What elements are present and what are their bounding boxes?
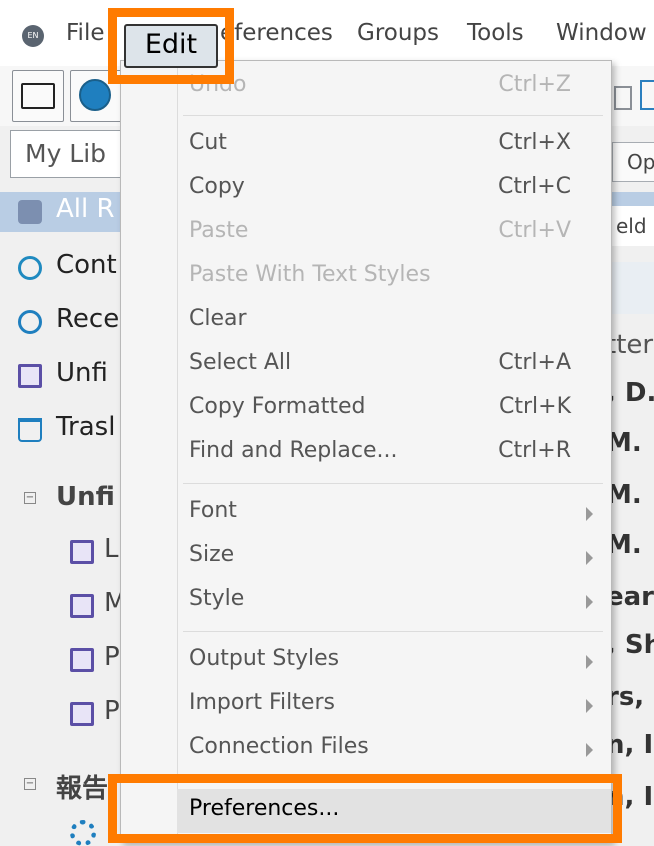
tree-item-label: All R bbox=[56, 194, 115, 224]
menu-item-label: Clear bbox=[189, 306, 247, 331]
preferences-highlight bbox=[108, 774, 622, 843]
menu-item-label: Copy Formatted bbox=[189, 394, 366, 419]
menu-item-shortcut: Ctrl+Z bbox=[498, 72, 571, 97]
reference-list-header bbox=[606, 262, 654, 314]
group-label: Unfi bbox=[56, 482, 115, 512]
library-select[interactable]: My Lib bbox=[10, 130, 122, 178]
edit-menu-highlight bbox=[108, 8, 234, 84]
document-icon[interactable] bbox=[614, 86, 632, 110]
reference-text: rs, I bbox=[606, 682, 654, 712]
menu-item-label: Import Filters bbox=[189, 690, 335, 715]
menu-tools[interactable]: Tools bbox=[467, 20, 524, 46]
database-icon bbox=[18, 200, 42, 224]
menu-item-clear[interactable]: Clear bbox=[177, 299, 611, 343]
menu-window[interactable]: Window bbox=[556, 20, 647, 46]
trash-icon bbox=[18, 418, 42, 442]
menu-item-shortcut: Ctrl+V bbox=[498, 218, 571, 243]
folder-icon bbox=[21, 83, 55, 109]
menu-item-paste: Paste Ctrl+V bbox=[177, 211, 611, 255]
menu-separator bbox=[183, 115, 603, 116]
document-list-icon bbox=[18, 364, 42, 388]
search-field[interactable]: eld bbox=[606, 206, 654, 246]
menu-item-label: Size bbox=[189, 542, 235, 567]
menu-item-shortcut: Ctrl+R bbox=[498, 438, 571, 463]
menu-item-style[interactable]: Style bbox=[177, 579, 611, 623]
menu-item-label: Output Styles bbox=[189, 646, 340, 671]
menu-item-shortcut: Ctrl+K bbox=[498, 394, 571, 419]
menu-item-label: Paste bbox=[189, 218, 249, 243]
menu-item-label: Select All bbox=[189, 350, 292, 375]
submenu-arrow-icon bbox=[586, 743, 593, 757]
history-icon bbox=[18, 310, 42, 334]
submenu-arrow-icon bbox=[586, 655, 593, 669]
tree-item-label: Unfi bbox=[56, 358, 108, 388]
menu-item-find-and-replace[interactable]: Find and Replace... Ctrl+R bbox=[177, 431, 611, 475]
menu-item-label: Find and Replace... bbox=[189, 438, 398, 463]
menu-item-select-all[interactable]: Select All Ctrl+A bbox=[177, 343, 611, 387]
menu-icon-gutter bbox=[121, 61, 178, 842]
submenu-arrow-icon bbox=[586, 595, 593, 609]
menu-bar: EN File eferences Groups Tools Window bbox=[0, 0, 654, 67]
menu-separator bbox=[183, 631, 603, 632]
reference-text: tter bbox=[606, 330, 654, 360]
menu-groups[interactable]: Groups bbox=[357, 20, 439, 46]
menu-item-shortcut: Ctrl+A bbox=[498, 350, 571, 375]
panel-icon[interactable] bbox=[640, 80, 654, 110]
menu-item-copy-formatted[interactable]: Copy Formatted Ctrl+K bbox=[177, 387, 611, 431]
menu-item-label: Copy bbox=[189, 174, 245, 199]
tree-item-label: Cont bbox=[56, 250, 117, 280]
collapse-icon[interactable]: − bbox=[24, 492, 36, 504]
document-list-icon bbox=[70, 648, 94, 672]
menu-item-label: Connection Files bbox=[189, 734, 369, 759]
reference-text: , Sh bbox=[606, 630, 654, 660]
options-button[interactable]: Op bbox=[612, 142, 654, 182]
menu-item-font[interactable]: Font bbox=[177, 491, 611, 535]
menu-item-label: Style bbox=[189, 586, 245, 611]
menu-item-output-styles[interactable]: Output Styles bbox=[177, 639, 611, 683]
menu-item-connection-files[interactable]: Connection Files bbox=[177, 727, 611, 771]
reference-text: , D. bbox=[606, 378, 654, 408]
app-logo-icon: EN bbox=[22, 25, 44, 47]
reference-text: n, I bbox=[606, 730, 654, 760]
menu-item-size[interactable]: Size bbox=[177, 535, 611, 579]
menu-item-cut[interactable]: Cut Ctrl+X bbox=[177, 123, 611, 167]
submenu-arrow-icon bbox=[586, 699, 593, 713]
group-label: 報告 bbox=[56, 774, 109, 804]
submenu-arrow-icon bbox=[586, 507, 593, 521]
group-child-label: L bbox=[104, 534, 119, 564]
menu-separator bbox=[183, 483, 603, 484]
menu-item-undo: Undo Ctrl+Z bbox=[177, 65, 611, 109]
group-child-label: P bbox=[104, 642, 120, 672]
menu-item-label: Paste With Text Styles bbox=[189, 262, 431, 287]
local-library-button[interactable] bbox=[12, 70, 64, 122]
menu-item-copy[interactable]: Copy Ctrl+C bbox=[177, 167, 611, 211]
tree-item-label: Trasl bbox=[56, 412, 116, 442]
gear-icon bbox=[70, 820, 96, 846]
menu-item-shortcut: Ctrl+X bbox=[498, 130, 571, 155]
menu-item-label: Cut bbox=[189, 130, 227, 155]
menu-item-import-filters[interactable]: Import Filters bbox=[177, 683, 611, 727]
globe-icon bbox=[79, 79, 111, 111]
menu-item-shortcut: Ctrl+C bbox=[498, 174, 571, 199]
document-list-icon bbox=[70, 702, 94, 726]
sync-icon bbox=[18, 256, 42, 280]
group-child-label: P bbox=[104, 696, 120, 726]
menu-file[interactable]: File bbox=[66, 20, 105, 46]
collapse-icon[interactable]: − bbox=[24, 778, 36, 790]
menu-preferences[interactable]: eferences bbox=[220, 20, 333, 46]
reference-text: ear bbox=[606, 582, 654, 612]
document-list-icon bbox=[70, 594, 94, 618]
document-list-icon bbox=[70, 540, 94, 564]
menu-item-paste-with-text-styles: Paste With Text Styles bbox=[177, 255, 611, 299]
menu-item-label: Font bbox=[189, 498, 237, 523]
submenu-arrow-icon bbox=[586, 551, 593, 565]
tree-item-label: Rece bbox=[56, 304, 120, 334]
edit-menu: Undo Ctrl+Z Cut Ctrl+X Copy Ctrl+C Paste… bbox=[120, 60, 612, 843]
